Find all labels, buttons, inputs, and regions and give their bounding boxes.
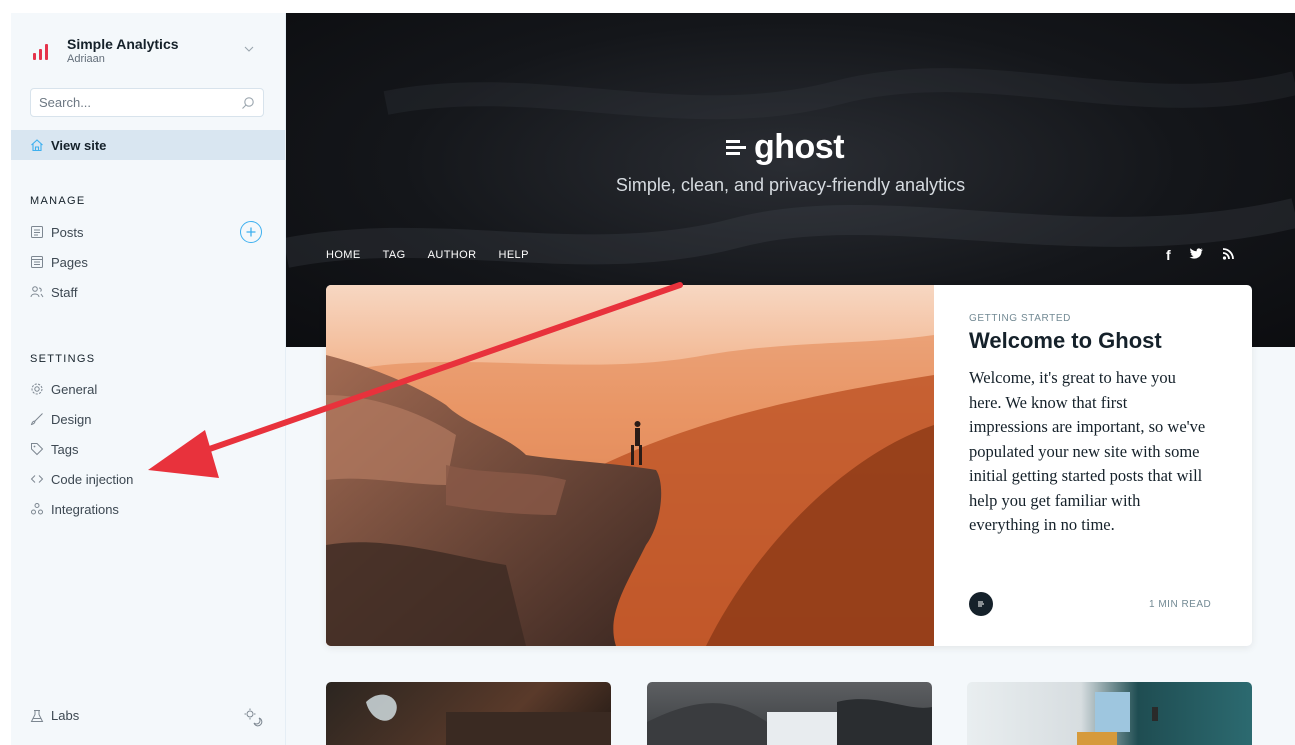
ghost-logo-text: ghost xyxy=(754,128,845,166)
post-excerpt: Welcome, it's great to have you here. We… xyxy=(969,368,1206,534)
ghost-logo[interactable]: ghost xyxy=(726,128,845,166)
post-card-image-art xyxy=(1077,692,1158,745)
ghost-avatar-icon xyxy=(978,601,984,607)
sidebar-item-tags[interactable]: Tags xyxy=(30,439,78,459)
sidebar-item-label: Code injection xyxy=(51,471,134,487)
brand-title: Simple Analytics xyxy=(67,36,179,52)
home-icon xyxy=(31,139,43,152)
facebook-icon[interactable]: f xyxy=(1166,247,1171,263)
ghost-logo-mark-icon xyxy=(726,139,746,155)
manage-section-label: MANAGE xyxy=(30,195,86,207)
sidebar-item-general[interactable]: General xyxy=(30,379,97,399)
pages-icon xyxy=(31,256,43,268)
sidebar-item-label: General xyxy=(51,381,98,397)
settings-section-label: SETTINGS xyxy=(30,353,96,365)
sidebar-item-label: Design xyxy=(51,411,92,427)
search-icon xyxy=(242,96,254,109)
sidebar-item-pages[interactable]: Pages xyxy=(30,252,88,272)
brush-icon xyxy=(30,413,43,426)
gear-icon xyxy=(31,383,43,395)
post-card-image[interactable] xyxy=(967,682,1252,745)
flask-icon xyxy=(30,709,44,722)
sidebar-item-staff[interactable]: Staff xyxy=(30,282,78,302)
post-title[interactable]: Welcome to Ghost xyxy=(969,328,1162,354)
post-card-image[interactable] xyxy=(326,682,611,745)
reading-time: 1 MIN READ xyxy=(1149,599,1212,610)
sidebar-item-labs[interactable]: Labs xyxy=(30,708,79,723)
featured-post-card[interactable]: GETTING STARTED Welcome to Ghost Welcome… xyxy=(326,285,1252,646)
sidebar-item-label: Posts xyxy=(51,224,84,240)
rss-icon[interactable] xyxy=(1222,247,1235,261)
post-primary-tag[interactable]: GETTING STARTED xyxy=(969,313,1071,324)
social-links: f xyxy=(1166,247,1235,263)
nav-home-link[interactable]: HOME xyxy=(326,249,361,261)
sidebar-item-design[interactable]: Design xyxy=(30,409,91,429)
site-brand[interactable]: Simple Analytics Adriaan xyxy=(33,36,179,65)
site-tagline: Simple, clean, and privacy-friendly anal… xyxy=(615,175,966,195)
site-navigation: HOME TAG AUTHOR HELP xyxy=(326,249,529,261)
simple-analytics-logo-icon xyxy=(33,40,53,60)
brand-user: Adriaan xyxy=(67,53,105,65)
view-site-link[interactable]: View site xyxy=(11,130,285,160)
chevron-down-icon[interactable] xyxy=(243,43,255,55)
tag-icon xyxy=(31,443,44,456)
sidebar-item-label: Integrations xyxy=(51,501,119,517)
post-card-image-art xyxy=(366,694,611,745)
post-card-image[interactable] xyxy=(647,682,932,745)
code-icon xyxy=(30,475,44,483)
twitter-icon[interactable] xyxy=(1189,247,1204,261)
posts-icon xyxy=(31,226,43,238)
sidebar-item-integrations[interactable]: Integrations xyxy=(30,499,119,519)
labs-label: Labs xyxy=(51,708,80,723)
night-shift-toggle-icon[interactable] xyxy=(243,707,263,727)
sidebar-item-code-injection[interactable]: Code injection xyxy=(30,469,133,489)
site-preview: ghost Simple, clean, and privacy-friendl… xyxy=(286,13,1295,745)
sidebar-item-label: Tags xyxy=(51,441,79,457)
admin-sidebar: Simple Analytics Adriaan View site MANAG… xyxy=(11,13,286,745)
nav-tag-link[interactable]: TAG xyxy=(383,249,406,261)
post-card-image-art xyxy=(647,699,932,745)
search-box xyxy=(30,88,264,117)
staff-icon xyxy=(30,286,44,298)
sidebar-item-posts[interactable]: Posts xyxy=(30,222,84,242)
view-site-label: View site xyxy=(51,137,107,153)
add-post-button[interactable] xyxy=(240,221,262,243)
sidebar-item-label: Pages xyxy=(51,254,88,270)
author-avatar[interactable] xyxy=(969,592,993,616)
sidebar-item-label: Staff xyxy=(51,284,78,300)
nav-help-link[interactable]: HELP xyxy=(498,249,528,261)
plus-icon xyxy=(246,227,256,237)
integrations-icon xyxy=(31,503,43,515)
search-input[interactable] xyxy=(39,95,241,110)
nav-author-link[interactable]: AUTHOR xyxy=(428,249,477,261)
featured-post-image xyxy=(326,285,934,646)
